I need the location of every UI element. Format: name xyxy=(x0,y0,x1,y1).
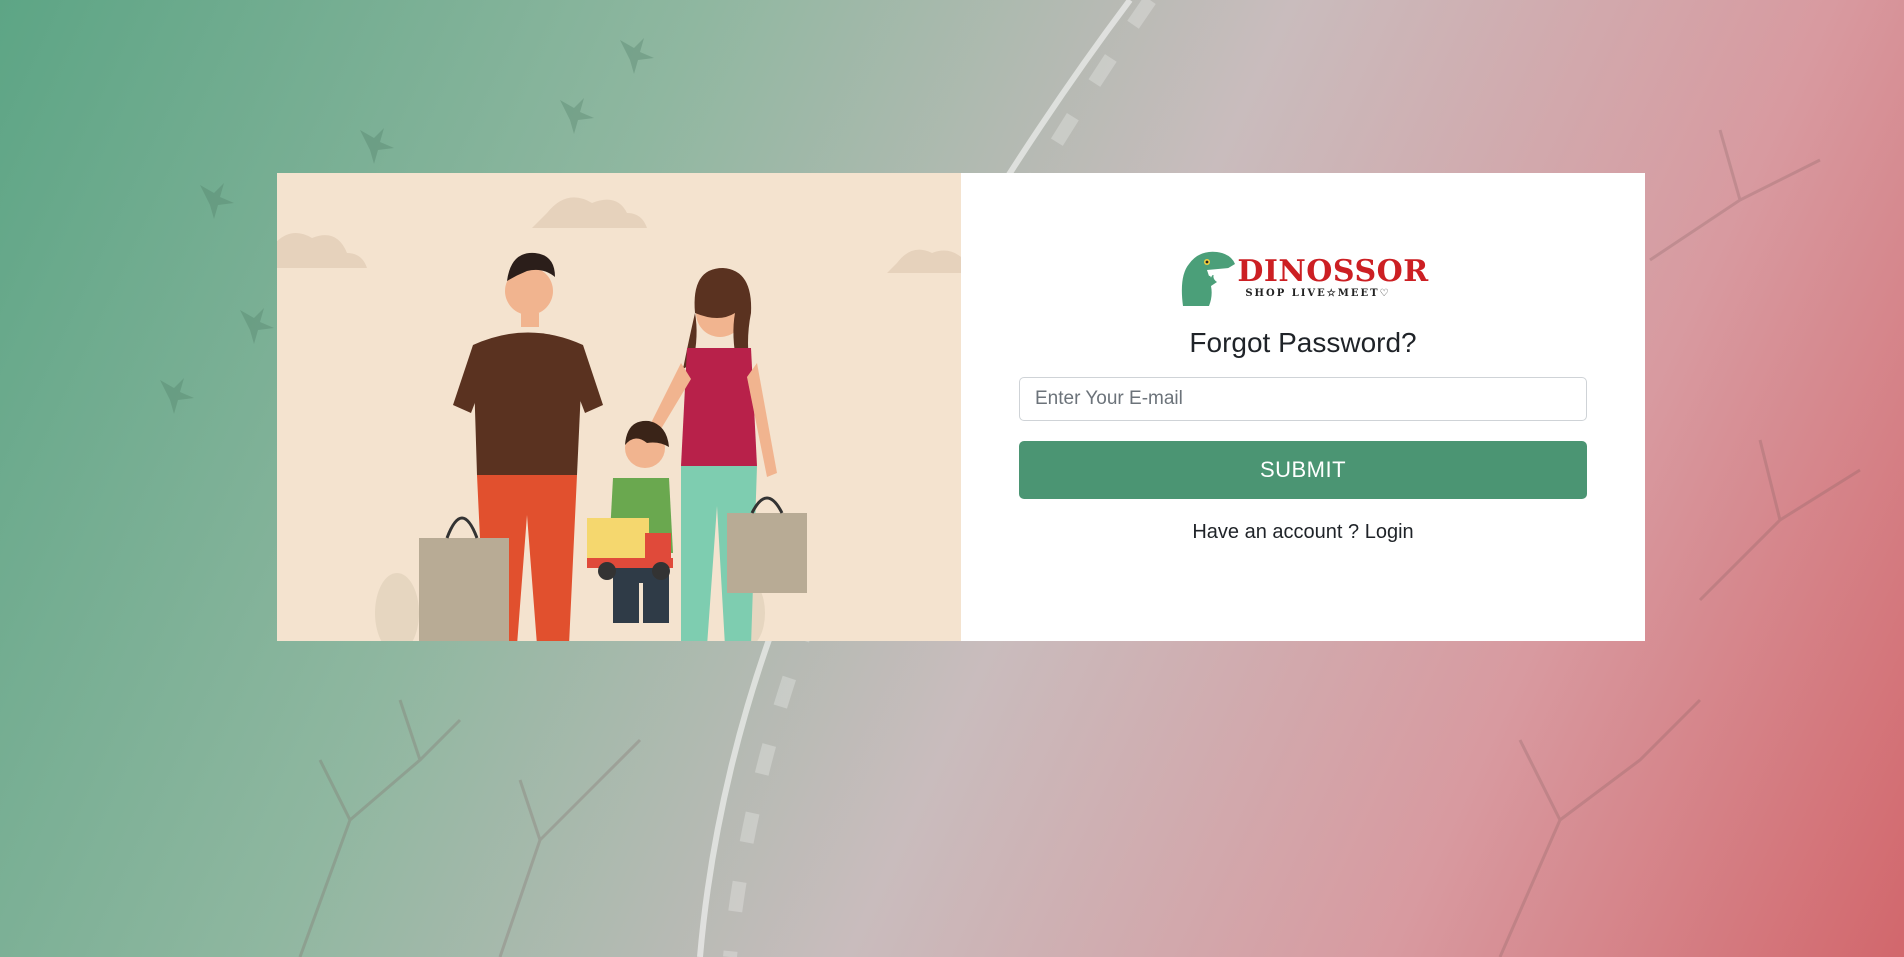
family-shopping-illustration xyxy=(277,173,961,641)
illustration-graphic xyxy=(277,197,961,641)
login-link[interactable]: Login xyxy=(1365,521,1414,543)
submit-button[interactable]: SUBMIT xyxy=(1019,441,1587,499)
brand-tagline: SHOP LIVE☆MEET♡ xyxy=(1245,287,1391,299)
forgot-password-card: DINOSSOR SHOP LIVE☆MEET♡ Forgot Password… xyxy=(277,173,1645,641)
login-prompt-row: Have an account ? Login xyxy=(1192,521,1413,544)
brand-logo: DINOSSOR SHOP LIVE☆MEET♡ xyxy=(1177,245,1428,309)
brand-name: DINOSSOR xyxy=(1237,253,1429,289)
page-title: Forgot Password? xyxy=(1189,327,1417,358)
dinosaur-mascot-icon xyxy=(1182,251,1236,306)
account-prompt-text: Have an account ? xyxy=(1192,521,1360,543)
email-field[interactable] xyxy=(1019,377,1587,421)
forgot-password-form: DINOSSOR SHOP LIVE☆MEET♡ Forgot Password… xyxy=(961,173,1645,641)
